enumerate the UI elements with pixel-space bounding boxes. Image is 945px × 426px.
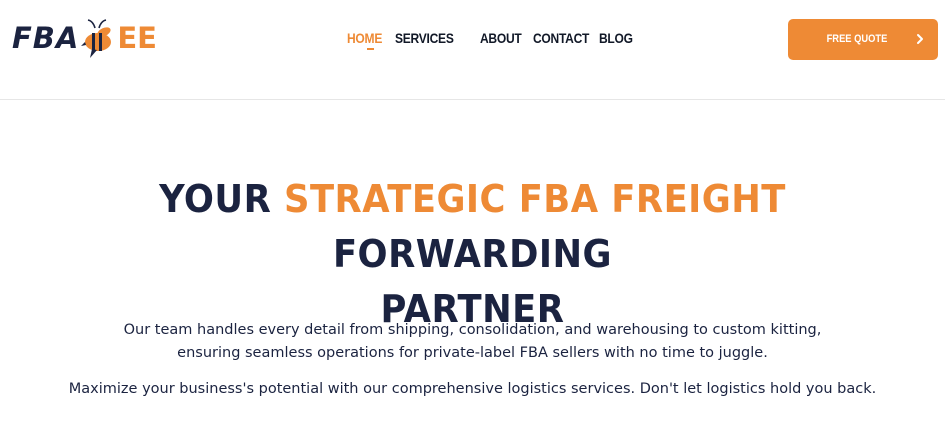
hero-description: Our team handles every detail from shipp… <box>123 322 822 361</box>
hero-description-secondary: Maximize your business's potential with … <box>68 381 877 397</box>
logo-text-fba: FBA <box>12 20 80 55</box>
nav-item-about[interactable]: ABOUT <box>480 27 522 49</box>
nav-item-blog[interactable]: BLOG <box>599 27 633 49</box>
free-quote-label: FREE QUOTE <box>826 33 888 45</box>
hero-title-highlight: STRATEGIC FBA FREIGHT <box>284 177 786 221</box>
site-header: FBA EE HOME SERVICES ABOUT CONTACT BLOG … <box>0 0 945 100</box>
hero-title-line1: YOUR STRATEGIC FBA FREIGHT FORWARDING <box>52 172 894 282</box>
hero-title-part2: FORWARDING <box>332 232 613 276</box>
hero-title: YOUR STRATEGIC FBA FREIGHT FORWARDING PA… <box>20 172 925 337</box>
nav-item-services[interactable]: SERVICES <box>395 27 454 49</box>
brand-logo[interactable]: FBA EE <box>12 16 214 60</box>
nav-item-contact[interactable]: CONTACT <box>533 27 589 49</box>
active-nav-indicator <box>367 48 374 50</box>
bee-icon <box>81 19 112 58</box>
free-quote-button[interactable]: FREE QUOTE <box>788 19 938 60</box>
nav-item-home[interactable]: HOME <box>347 27 382 49</box>
hero-title-part1: YOUR <box>159 177 285 221</box>
chevron-right-icon <box>917 34 923 44</box>
logo-text-ee: EE <box>117 20 157 55</box>
